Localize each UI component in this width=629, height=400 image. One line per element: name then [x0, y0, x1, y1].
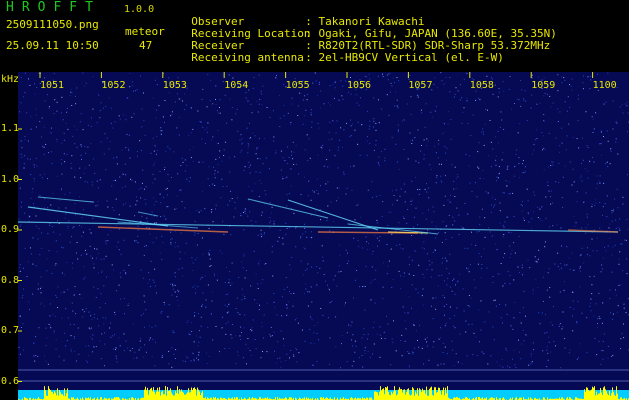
meteor-count: 47: [139, 39, 153, 52]
y-tick-label: 0.7: [1, 325, 20, 336]
x-tick-label: 1051: [40, 80, 65, 91]
info-row-antenna: Receiving antenna: 2el-HB9CV Vertical (e…: [178, 40, 504, 64]
meteor-count-label: meteor: [125, 25, 165, 38]
y-tick-label: 1.1: [1, 123, 20, 134]
x-tick-label: 1055: [285, 80, 310, 91]
spectrogram-background: [18, 72, 629, 400]
info-label: Receiving antenna: [191, 51, 304, 64]
app-title: HROFFT: [6, 0, 101, 15]
x-tick-label: 1100: [592, 80, 617, 91]
y-axis-unit: kHz: [1, 74, 20, 85]
x-tick-label: 1059: [531, 80, 556, 91]
x-tick-label: 1056: [347, 80, 372, 91]
info-value: : 2el-HB9CV Vertical (el. E-W): [305, 51, 504, 64]
x-tick-label: 1053: [162, 80, 187, 91]
file-name: 2509111050.png: [6, 18, 99, 31]
y-tick-label: 0.6: [1, 375, 20, 387]
timestamp: 25.09.11 10:50: [6, 39, 99, 52]
y-tick-label: 1.0: [1, 173, 20, 185]
x-tick-label: 1057: [408, 80, 433, 91]
x-tick-label: 1054: [224, 80, 249, 91]
app-version: 1.0.0: [124, 4, 155, 15]
spectrogram-plot: [18, 72, 629, 400]
x-tick-label: 1058: [469, 80, 494, 91]
y-tick-label: 0.8: [1, 274, 20, 286]
y-tick-label: 0.9: [1, 224, 20, 235]
x-tick-label: 1052: [101, 80, 126, 91]
